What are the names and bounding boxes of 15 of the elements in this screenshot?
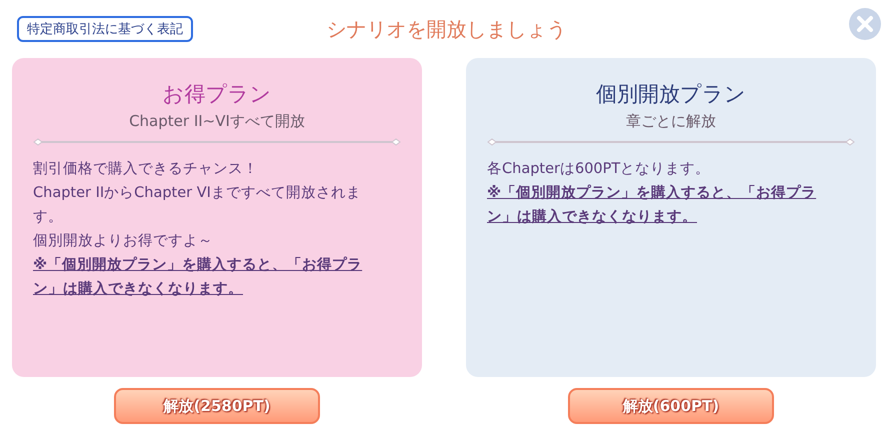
plan-subtitle: Chapter II~VIすべて開放: [129, 112, 305, 131]
legal-notice-link[interactable]: 特定商取引法に基づく表記: [17, 16, 193, 42]
close-icon[interactable]: [849, 8, 881, 40]
plan-name: お得プラン: [162, 81, 272, 108]
plan-description: Chapter IIからChapter VIまですべて開放されます。: [33, 184, 362, 227]
plan-subtitle: 章ごとに解放: [626, 112, 716, 131]
plan-name: 個別開放プラン: [596, 81, 746, 108]
purchase-note: ※「個別開放プラン」を購入すると、「お得プラン」は購入できなくなります。: [487, 184, 818, 227]
unlock-button[interactable]: 解放(600PT): [568, 388, 774, 424]
plan-description: 各Chapterは600PTとなります。: [487, 160, 712, 179]
dialog-title: シナリオを開放しましょう: [326, 17, 566, 41]
plan-description: 個別開放よりお得ですよ～: [33, 232, 214, 251]
plan-description: 割引価格で購入できるチャンス！: [33, 160, 259, 179]
unlock-button[interactable]: 解放(2580PT): [114, 388, 320, 424]
purchase-note: ※「個別開放プラン」を購入すると、「お得プラン」は購入できなくなります。: [33, 256, 364, 299]
